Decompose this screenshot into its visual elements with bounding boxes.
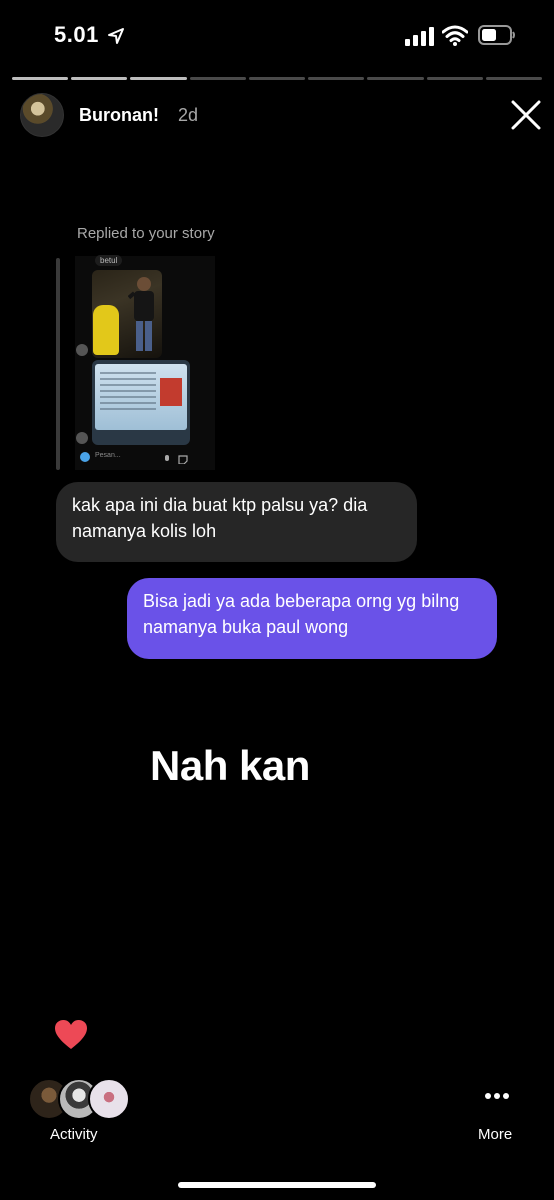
more-button[interactable]: More xyxy=(478,1126,512,1143)
preview-id-card-photo xyxy=(160,378,182,406)
preview-id-card-text xyxy=(100,372,156,412)
story-progress-segment xyxy=(308,77,365,80)
story-progress-segment xyxy=(12,77,69,80)
viewer-avatar[interactable] xyxy=(88,1078,130,1120)
activity-button[interactable]: Activity xyxy=(50,1126,98,1143)
more-icon[interactable] xyxy=(484,1092,510,1100)
reply-indicator-bar xyxy=(56,258,60,470)
wifi-icon xyxy=(442,25,468,46)
preview-mic-sticker-icons xyxy=(165,455,188,464)
preview-person-figure xyxy=(128,277,154,351)
avatar[interactable] xyxy=(20,93,64,137)
story-progress-segment xyxy=(485,77,542,80)
message-incoming[interactable]: kak apa ini dia buat ktp palsu ya? dia n… xyxy=(56,482,417,562)
signal-icon xyxy=(405,27,434,46)
location-arrow-icon xyxy=(108,28,124,44)
story-progress-bar xyxy=(12,77,542,81)
username[interactable]: Buronan! xyxy=(79,105,159,126)
story-progress-segment xyxy=(367,77,424,80)
home-indicator[interactable] xyxy=(178,1182,376,1188)
story-progress-segment xyxy=(248,77,306,80)
preview-camera-icon xyxy=(80,452,90,462)
heart-icon[interactable] xyxy=(54,1019,88,1051)
preview-message-placeholder: Pesan... xyxy=(95,452,121,459)
story-progress-segment xyxy=(71,77,128,80)
story-progress-segment xyxy=(426,77,483,80)
message-outgoing[interactable]: Bisa jadi ya ada beberapa orng yg bilng … xyxy=(127,578,497,659)
story-text-sticker: Nah kan xyxy=(150,742,310,789)
preview-mini-avatar xyxy=(76,344,88,356)
story-progress-segment xyxy=(130,77,187,80)
close-icon[interactable] xyxy=(510,99,542,131)
preview-mini-avatar xyxy=(76,432,88,444)
battery-icon xyxy=(478,25,515,45)
preview-scooter xyxy=(93,305,119,355)
replied-label: Replied to your story xyxy=(77,225,215,242)
story-progress-segment xyxy=(189,77,246,80)
status-time: 5.01 xyxy=(54,22,99,47)
preview-top-label: betul xyxy=(95,255,123,266)
time-ago: 2d xyxy=(178,105,199,125)
